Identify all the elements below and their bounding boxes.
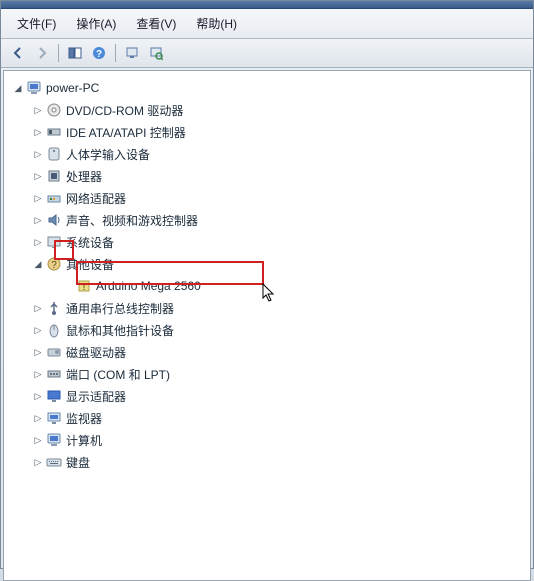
tree-item-label: 显示适配器 [66, 388, 126, 405]
tree-item-label: 磁盘驱动器 [66, 344, 126, 361]
tree-item[interactable]: ▷ IDE ATA/ATAPI 控制器 [8, 121, 526, 143]
tree-item[interactable]: ▷ 网络适配器 [8, 187, 526, 209]
tree-item-label: 端口 (COM 和 LPT) [66, 366, 170, 383]
tree-item-label: 人体学输入设备 [66, 146, 150, 163]
expand-icon[interactable]: ▷ [32, 412, 44, 424]
tree-item[interactable]: ▷ 计算机 [8, 429, 526, 451]
properties-button[interactable] [121, 42, 143, 64]
keyboard-icon [46, 454, 62, 470]
scan-button[interactable] [145, 42, 167, 64]
expand-icon[interactable]: ▷ [32, 170, 44, 182]
tree-item-label: 网络适配器 [66, 190, 126, 207]
toolbar-separator [58, 44, 59, 62]
network-icon [46, 190, 62, 206]
warn-icon: ! [76, 278, 92, 294]
mouse-icon [46, 322, 62, 338]
menu-action[interactable]: 操作(A) [68, 13, 124, 34]
menu-file[interactable]: 文件(F) [9, 13, 64, 34]
forward-button[interactable] [31, 42, 53, 64]
tree-content[interactable]: ◢ power-PC ▷ DVD/CD-ROM 驱动器 ▷ IDE ATA/ATAPI… [3, 70, 531, 581]
expand-icon[interactable]: ▷ [32, 148, 44, 160]
usb-icon [46, 300, 62, 316]
panel-icon [68, 46, 82, 60]
toolbar-separator [115, 44, 116, 62]
tree-item[interactable]: ▷ 端口 (COM 和 LPT) [8, 363, 526, 385]
toolbar: ? [1, 39, 533, 68]
tree-item-label: 键盘 [66, 454, 90, 471]
port-icon [46, 366, 62, 382]
svg-text:?: ? [96, 49, 102, 60]
scan-icon [149, 46, 163, 60]
svg-text:!: ! [83, 282, 86, 292]
svg-text:?: ? [51, 260, 57, 271]
tree-item[interactable]: ▷ 磁盘驱动器 [8, 341, 526, 363]
monitor-icon [46, 410, 62, 426]
tree-item[interactable]: ▷ 系统设备 [8, 231, 526, 253]
disc-icon [46, 102, 62, 118]
tree-item[interactable]: ▷ 显示适配器 [8, 385, 526, 407]
forward-arrow-icon [35, 46, 49, 60]
tree-item-label: 计算机 [66, 432, 102, 449]
system-icon [46, 234, 62, 250]
tree-root[interactable]: ◢ power-PC [8, 77, 526, 99]
menu-help[interactable]: 帮助(H) [188, 13, 245, 34]
tree-item[interactable]: ▷ DVD/CD-ROM 驱动器 [8, 99, 526, 121]
expand-icon[interactable]: ▷ [32, 434, 44, 446]
device-manager-window: 文件(F) 操作(A) 查看(V) 帮助(H) ? ◢ [0, 0, 534, 569]
display-icon [46, 388, 62, 404]
monitor-icon [125, 46, 139, 60]
collapse-icon[interactable]: ◢ [12, 82, 24, 94]
help-button[interactable]: ? [88, 42, 110, 64]
titlebar [1, 1, 533, 9]
tree-item-label: 系统设备 [66, 234, 114, 251]
expand-icon[interactable]: ▷ [32, 302, 44, 314]
tree-item[interactable]: ▷ 声音、视频和游戏控制器 [8, 209, 526, 231]
menu-view[interactable]: 查看(V) [128, 13, 184, 34]
tree-item[interactable]: ▷ 人体学输入设备 [8, 143, 526, 165]
cursor-icon [262, 283, 276, 303]
back-arrow-icon [11, 46, 25, 60]
expand-icon[interactable]: ▷ [32, 390, 44, 402]
back-button[interactable] [7, 42, 29, 64]
collapse-icon[interactable]: ◢ [32, 258, 44, 270]
expand-icon[interactable]: ▷ [32, 104, 44, 116]
tree-item-label: 监视器 [66, 410, 102, 427]
tree-item-label: 鼠标和其他指针设备 [66, 322, 174, 339]
cpu-icon [46, 168, 62, 184]
expand-icon[interactable]: ▷ [32, 456, 44, 468]
tree-item-label: 声音、视频和游戏控制器 [66, 212, 198, 229]
ide-icon [46, 124, 62, 140]
tree-item-label: 其他设备 [66, 256, 114, 273]
expand-icon[interactable]: ▷ [32, 324, 44, 336]
tree-item-label: 通用串行总线控制器 [66, 300, 174, 317]
expand-icon[interactable]: ▷ [32, 192, 44, 204]
expand-icon[interactable]: ▷ [32, 126, 44, 138]
tree-item[interactable]: ▷ 监视器 [8, 407, 526, 429]
tree-item[interactable]: ◢? 其他设备 [8, 253, 526, 275]
computer-icon [26, 80, 42, 96]
tree-item[interactable]: ▷ 键盘 [8, 451, 526, 473]
other-icon: ? [46, 256, 62, 272]
hid-icon [46, 146, 62, 162]
tree-item[interactable]: ▷ 鼠标和其他指针设备 [8, 319, 526, 341]
help-icon: ? [92, 46, 106, 60]
disk-icon [46, 344, 62, 360]
tree-child-label: Arduino Mega 2560 [96, 279, 201, 293]
expand-icon[interactable]: ▷ [32, 236, 44, 248]
expand-icon[interactable]: ▷ [32, 368, 44, 380]
computer-icon [46, 432, 62, 448]
expand-icon[interactable]: ▷ [32, 214, 44, 226]
sound-icon [46, 212, 62, 228]
tree-item-label: IDE ATA/ATAPI 控制器 [66, 124, 186, 141]
menubar: 文件(F) 操作(A) 查看(V) 帮助(H) [1, 9, 533, 39]
expand-icon[interactable]: ▷ [32, 346, 44, 358]
tree-item-label: 处理器 [66, 168, 102, 185]
tree-item-label: DVD/CD-ROM 驱动器 [66, 102, 183, 119]
root-label: power-PC [46, 81, 99, 95]
tree-item[interactable]: ▷ 处理器 [8, 165, 526, 187]
show-hide-button[interactable] [64, 42, 86, 64]
